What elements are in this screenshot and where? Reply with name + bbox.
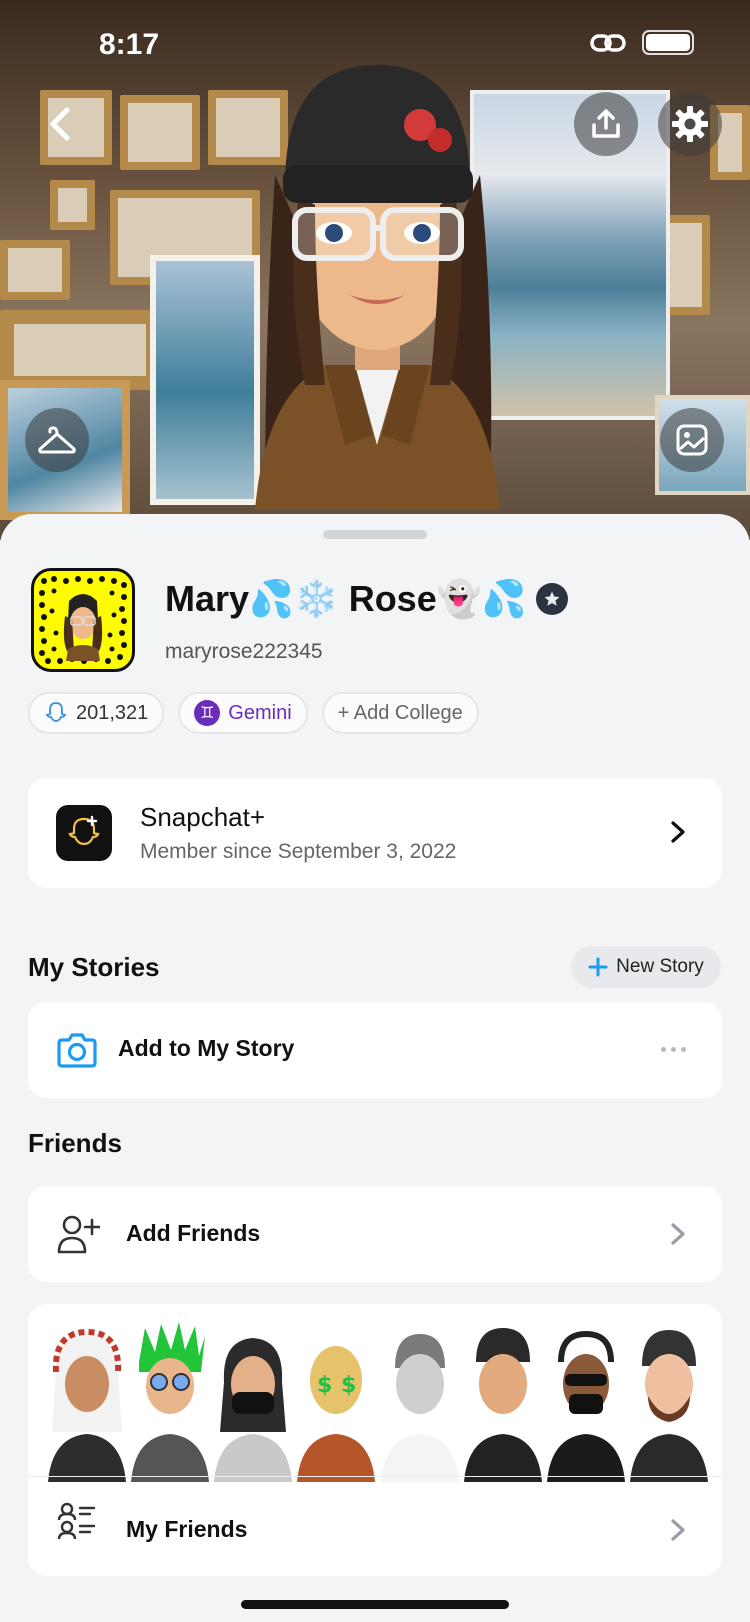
background-frame — [0, 310, 160, 390]
chevron-right-icon — [671, 821, 685, 843]
snapcode[interactable] — [31, 568, 135, 672]
ghost-icon — [45, 702, 67, 722]
my-friends-card[interactable]: $ $ My Friends — [28, 1304, 722, 1576]
selfie-button[interactable] — [660, 408, 724, 472]
snapchat-plus-title: Snapchat+ — [140, 802, 266, 832]
picture-icon — [676, 424, 708, 456]
add-person-icon — [57, 1215, 100, 1254]
zodiac-chip[interactable]: ♊ Gemini — [178, 692, 308, 734]
friend-avatar — [463, 1328, 542, 1482]
friend-avatar — [131, 1322, 210, 1482]
profile-chips: 201,321 ♊ Gemini + Add College — [28, 692, 479, 734]
wardrobe-button[interactable] — [25, 408, 89, 472]
battery-icon — [642, 30, 694, 55]
sheet-grabber[interactable] — [323, 530, 427, 539]
snap-score: 201,321 — [76, 701, 149, 724]
add-college-label: + Add College — [337, 701, 463, 724]
new-story-button[interactable]: New Story — [571, 946, 721, 988]
friend-avatars: $ $ — [48, 1322, 708, 1482]
profile-hero: 8:17 — [0, 0, 750, 540]
username: maryrose222345 — [165, 640, 323, 663]
background-frame — [120, 95, 200, 170]
add-to-story-label: Add to My Story — [118, 1035, 295, 1061]
gear-icon — [672, 106, 708, 142]
svg-text:$: $ — [341, 1373, 356, 1398]
profile-sheet: Mary💦❄️ Rose👻💦 maryrose222345 201,321 ♊ … — [0, 514, 750, 1622]
zodiac-label: Gemini — [228, 701, 292, 724]
friends-title: Friends — [28, 1128, 122, 1158]
new-story-label: New Story — [616, 956, 704, 977]
home-indicator[interactable] — [241, 1600, 509, 1609]
divider — [28, 1476, 722, 1477]
background-frame — [50, 180, 95, 230]
snapcode-pattern — [39, 576, 127, 664]
share-button[interactable] — [574, 92, 638, 156]
share-icon — [592, 109, 620, 138]
svg-text:$: $ — [317, 1373, 332, 1398]
snapchat-plus-subtitle: Member since September 3, 2022 — [140, 840, 457, 863]
settings-button[interactable] — [658, 92, 722, 156]
back-button[interactable] — [42, 100, 78, 148]
chevron-right-icon — [671, 1223, 685, 1245]
friend-avatar — [214, 1338, 293, 1482]
gemini-icon: ♊ — [194, 700, 221, 726]
display-name: Mary💦❄️ Rose👻💦 — [165, 578, 569, 620]
add-friends-label: Add Friends — [126, 1220, 261, 1246]
my-friends-label: My Friends — [126, 1516, 248, 1542]
friend-avatar — [546, 1330, 625, 1482]
link-icon — [590, 33, 626, 52]
star-badge-icon — [536, 583, 569, 615]
friends-list-icon — [57, 1502, 96, 1540]
add-to-story-row[interactable]: Add to My Story — [28, 1002, 722, 1098]
more-options-icon[interactable] — [661, 1047, 686, 1052]
friend-avatar — [629, 1330, 708, 1482]
snapchat-plus-icon — [56, 805, 112, 861]
snapchat-plus-card[interactable]: Snapchat+ Member since September 3, 2022 — [28, 778, 722, 888]
background-frame — [0, 240, 70, 300]
hanger-icon — [38, 426, 76, 454]
plus-icon — [588, 957, 608, 977]
status-icons — [590, 30, 694, 55]
background-painting — [150, 255, 260, 505]
bitmoji-avatar — [255, 65, 500, 510]
chevron-left-icon — [50, 107, 70, 141]
background-painting — [470, 90, 670, 420]
friend-avatar: $ $ — [297, 1346, 376, 1482]
add-college-chip[interactable]: + Add College — [321, 692, 479, 734]
friend-avatar — [48, 1328, 126, 1482]
camera-icon — [57, 1033, 97, 1068]
add-friends-row[interactable]: Add Friends — [28, 1186, 722, 1282]
friend-avatar — [380, 1334, 459, 1482]
chevron-right-icon — [671, 1519, 685, 1541]
snap-score-chip[interactable]: 201,321 — [28, 692, 165, 734]
display-name-text: Mary💦❄️ Rose👻💦 — [165, 578, 527, 619]
status-time: 8:17 — [99, 28, 160, 61]
my-stories-title: My Stories — [28, 952, 160, 982]
